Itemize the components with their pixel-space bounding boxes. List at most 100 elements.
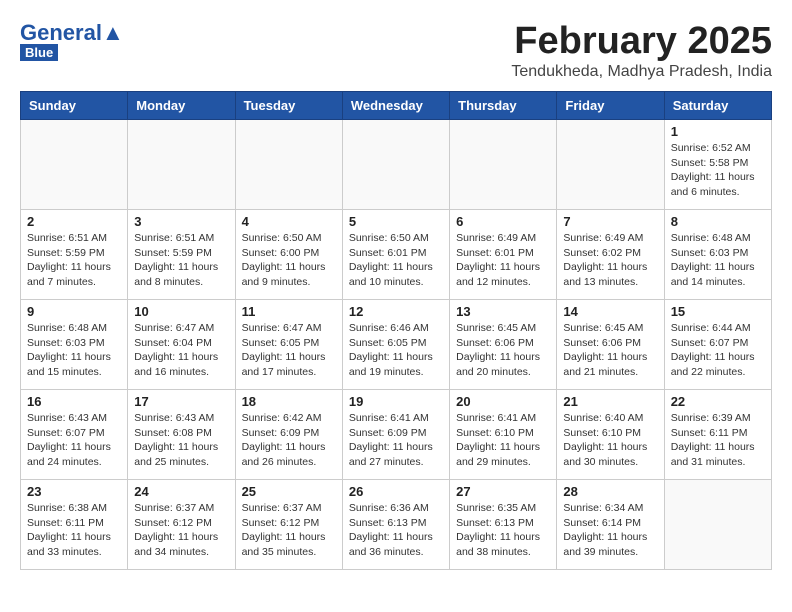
logo-general: General — [20, 20, 102, 46]
calendar-cell — [21, 120, 128, 210]
calendar-cell: 24 Sunrise: 6:37 AM Sunset: 6:12 PM Dayli… — [128, 480, 235, 570]
day-number: 15 — [671, 304, 765, 319]
day-number: 25 — [242, 484, 336, 499]
day-number: 4 — [242, 214, 336, 229]
calendar-cell — [450, 120, 557, 210]
location-title: Tendukheda, Madhya Pradesh, India — [511, 63, 772, 81]
day-number: 22 — [671, 394, 765, 409]
calendar-cell: 27 Sunrise: 6:35 AM Sunset: 6:13 PM Dayli… — [450, 480, 557, 570]
day-number: 26 — [349, 484, 443, 499]
calendar-cell: 15Sunrise: 6:44 AM Sunset: 6:07 PM Dayli… — [664, 300, 771, 390]
day-number: 17 — [134, 394, 228, 409]
calendar-week-1: 1Sunrise: 6:52 AM Sunset: 5:58 PM Daylig… — [21, 120, 772, 210]
day-number: 11 — [242, 304, 336, 319]
day-number: 2 — [27, 214, 121, 229]
calendar-cell: 7 Sunrise: 6:49 AM Sunset: 6:02 PM Daylig… — [557, 210, 664, 300]
calendar-cell: 22 Sunrise: 6:39 AM Sunset: 6:11 PM Dayli… — [664, 390, 771, 480]
weekday-header-thursday: Thursday — [450, 92, 557, 120]
day-number: 14 — [563, 304, 657, 319]
calendar-cell: 9Sunrise: 6:48 AM Sunset: 6:03 PM Daylig… — [21, 300, 128, 390]
day-info: Sunrise: 6:45 AM Sunset: 6:06 PM Dayligh… — [456, 321, 550, 380]
weekday-header-row: SundayMondayTuesdayWednesdayThursdayFrid… — [21, 92, 772, 120]
calendar-cell: 3 Sunrise: 6:51 AM Sunset: 5:59 PM Daylig… — [128, 210, 235, 300]
day-info: Sunrise: 6:49 AM Sunset: 6:01 PM Dayligh… — [456, 231, 550, 290]
day-number: 5 — [349, 214, 443, 229]
day-info: Sunrise: 6:37 AM Sunset: 6:12 PM Dayligh… — [242, 501, 336, 560]
day-number: 8 — [671, 214, 765, 229]
calendar-cell: 10 Sunrise: 6:47 AM Sunset: 6:04 PM Dayli… — [128, 300, 235, 390]
calendar-cell — [342, 120, 449, 210]
day-info: Sunrise: 6:34 AM Sunset: 6:14 PM Dayligh… — [563, 501, 657, 560]
day-info: Sunrise: 6:46 AM Sunset: 6:05 PM Dayligh… — [349, 321, 443, 380]
day-info: Sunrise: 6:35 AM Sunset: 6:13 PM Dayligh… — [456, 501, 550, 560]
weekday-header-saturday: Saturday — [664, 92, 771, 120]
day-info: Sunrise: 6:40 AM Sunset: 6:10 PM Dayligh… — [563, 411, 657, 470]
calendar-cell: 20 Sunrise: 6:41 AM Sunset: 6:10 PM Dayli… — [450, 390, 557, 480]
calendar-cell: 26 Sunrise: 6:36 AM Sunset: 6:13 PM Dayli… — [342, 480, 449, 570]
calendar-cell — [664, 480, 771, 570]
day-info: Sunrise: 6:47 AM Sunset: 6:05 PM Dayligh… — [242, 321, 336, 380]
logo-blue: Blue — [20, 44, 58, 61]
calendar-week-4: 16 Sunrise: 6:43 AM Sunset: 6:07 PM Dayli… — [21, 390, 772, 480]
day-info: Sunrise: 6:50 AM Sunset: 6:01 PM Dayligh… — [349, 231, 443, 290]
day-info: Sunrise: 6:49 AM Sunset: 6:02 PM Dayligh… — [563, 231, 657, 290]
day-info: Sunrise: 6:42 AM Sunset: 6:09 PM Dayligh… — [242, 411, 336, 470]
day-number: 10 — [134, 304, 228, 319]
calendar-cell — [235, 120, 342, 210]
calendar-cell: 28 Sunrise: 6:34 AM Sunset: 6:14 PM Dayli… — [557, 480, 664, 570]
calendar-cell: 25 Sunrise: 6:37 AM Sunset: 6:12 PM Dayli… — [235, 480, 342, 570]
calendar-cell: 6 Sunrise: 6:49 AM Sunset: 6:01 PM Daylig… — [450, 210, 557, 300]
day-number: 28 — [563, 484, 657, 499]
day-number: 3 — [134, 214, 228, 229]
day-info: Sunrise: 6:39 AM Sunset: 6:11 PM Dayligh… — [671, 411, 765, 470]
day-info: Sunrise: 6:47 AM Sunset: 6:04 PM Dayligh… — [134, 321, 228, 380]
day-info: Sunrise: 6:48 AM Sunset: 6:03 PM Dayligh… — [671, 231, 765, 290]
day-number: 27 — [456, 484, 550, 499]
day-info: Sunrise: 6:36 AM Sunset: 6:13 PM Dayligh… — [349, 501, 443, 560]
weekday-header-sunday: Sunday — [21, 92, 128, 120]
day-info: Sunrise: 6:51 AM Sunset: 5:59 PM Dayligh… — [134, 231, 228, 290]
day-info: Sunrise: 6:41 AM Sunset: 6:09 PM Dayligh… — [349, 411, 443, 470]
day-number: 19 — [349, 394, 443, 409]
calendar-cell: 19 Sunrise: 6:41 AM Sunset: 6:09 PM Dayli… — [342, 390, 449, 480]
month-title: February 2025 — [511, 20, 772, 63]
day-info: Sunrise: 6:52 AM Sunset: 5:58 PM Dayligh… — [671, 141, 765, 200]
day-number: 7 — [563, 214, 657, 229]
calendar-cell — [557, 120, 664, 210]
day-number: 20 — [456, 394, 550, 409]
logo: General ▲ Blue — [20, 20, 124, 61]
day-number: 16 — [27, 394, 121, 409]
weekday-header-wednesday: Wednesday — [342, 92, 449, 120]
day-number: 21 — [563, 394, 657, 409]
calendar-cell: 2 Sunrise: 6:51 AM Sunset: 5:59 PM Daylig… — [21, 210, 128, 300]
calendar-cell — [128, 120, 235, 210]
weekday-header-tuesday: Tuesday — [235, 92, 342, 120]
calendar-week-5: 23 Sunrise: 6:38 AM Sunset: 6:11 PM Dayli… — [21, 480, 772, 570]
day-info: Sunrise: 6:48 AM Sunset: 6:03 PM Dayligh… — [27, 321, 121, 380]
day-info: Sunrise: 6:43 AM Sunset: 6:07 PM Dayligh… — [27, 411, 121, 470]
calendar-cell: 1Sunrise: 6:52 AM Sunset: 5:58 PM Daylig… — [664, 120, 771, 210]
calendar-cell: 18 Sunrise: 6:42 AM Sunset: 6:09 PM Dayli… — [235, 390, 342, 480]
day-number: 23 — [27, 484, 121, 499]
day-number: 18 — [242, 394, 336, 409]
day-info: Sunrise: 6:51 AM Sunset: 5:59 PM Dayligh… — [27, 231, 121, 290]
day-info: Sunrise: 6:45 AM Sunset: 6:06 PM Dayligh… — [563, 321, 657, 380]
day-info: Sunrise: 6:41 AM Sunset: 6:10 PM Dayligh… — [456, 411, 550, 470]
day-info: Sunrise: 6:38 AM Sunset: 6:11 PM Dayligh… — [27, 501, 121, 560]
calendar-cell: 14 Sunrise: 6:45 AM Sunset: 6:06 PM Dayli… — [557, 300, 664, 390]
weekday-header-monday: Monday — [128, 92, 235, 120]
day-number: 6 — [456, 214, 550, 229]
weekday-header-friday: Friday — [557, 92, 664, 120]
calendar-cell: 4Sunrise: 6:50 AM Sunset: 6:00 PM Daylig… — [235, 210, 342, 300]
calendar-cell: 5 Sunrise: 6:50 AM Sunset: 6:01 PM Daylig… — [342, 210, 449, 300]
day-info: Sunrise: 6:43 AM Sunset: 6:08 PM Dayligh… — [134, 411, 228, 470]
calendar-week-2: 2 Sunrise: 6:51 AM Sunset: 5:59 PM Daylig… — [21, 210, 772, 300]
calendar-week-3: 9Sunrise: 6:48 AM Sunset: 6:03 PM Daylig… — [21, 300, 772, 390]
logo-icon: ▲ — [102, 20, 124, 46]
day-number: 12 — [349, 304, 443, 319]
day-number: 13 — [456, 304, 550, 319]
title-block: February 2025 Tendukheda, Madhya Pradesh… — [511, 20, 772, 81]
day-info: Sunrise: 6:37 AM Sunset: 6:12 PM Dayligh… — [134, 501, 228, 560]
day-number: 24 — [134, 484, 228, 499]
page-header: General ▲ Blue February 2025 Tendukheda,… — [20, 20, 772, 81]
